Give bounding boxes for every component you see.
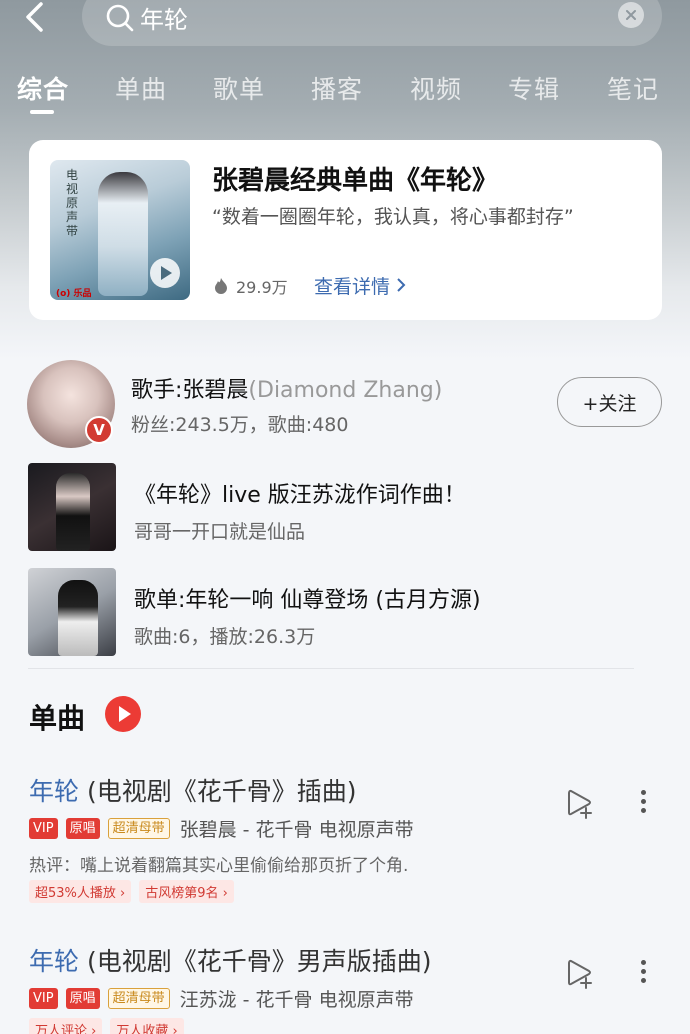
play-share-badge[interactable]: 超53%人播放 ›: [29, 880, 132, 903]
play-all-button[interactable]: [105, 696, 141, 732]
chevron-right-icon: [397, 278, 406, 292]
tab-notes[interactable]: 笔记: [607, 70, 659, 106]
view-details-link[interactable]: 查看详情: [314, 272, 406, 299]
play-icon[interactable]: [150, 258, 180, 288]
list-item-title: 歌单:年轮一响 仙尊登场 (古月方源): [134, 588, 481, 613]
song-artist: 张碧晨 - 花千骨 电视原声带: [179, 818, 414, 841]
play-count: 29.9万: [212, 274, 288, 298]
search-icon: [106, 4, 134, 32]
flame-icon: [215, 278, 227, 294]
vip-tag: VIP: [29, 817, 58, 839]
song-badges: 万人评论 › 万人收藏 ›: [29, 1018, 192, 1034]
cover-figure: [98, 172, 148, 296]
add-to-playlist-icon[interactable]: [562, 786, 598, 822]
list-item-subtitle: 哥哥一开口就是仙品: [134, 521, 306, 543]
song-row[interactable]: 年轮 (电视剧《花千骨》男声版插曲) VIP 原唱 超清母带 汪苏泷 - 花千骨…: [29, 942, 669, 1034]
cover-logo: (o) 乐品: [56, 289, 92, 299]
tab-all[interactable]: 综合: [17, 70, 69, 106]
close-icon: [626, 10, 636, 20]
header: 年轮: [0, 0, 690, 52]
original-tag: 原唱: [65, 987, 100, 1009]
play-count-value: 29.9万: [236, 278, 288, 297]
artist-name-en: (Diamond Zhang): [248, 378, 443, 403]
clear-icon[interactable]: [618, 2, 644, 28]
artist-meta: 粉丝:243.5万，歌曲:480: [131, 414, 349, 436]
tab-songs[interactable]: 单曲: [115, 70, 167, 106]
tab-podcasts[interactable]: 播客: [311, 70, 363, 106]
list-item-playlist[interactable]: 歌单:年轮一响 仙尊登场 (古月方源) 歌曲:6，播放:26.3万: [28, 568, 648, 658]
chart-rank-badge[interactable]: 古风榜第9名 ›: [139, 880, 234, 903]
song-tags: VIP 原唱 超清母带 汪苏泷 - 花千骨 电视原声带: [29, 986, 414, 1011]
album-cover[interactable]: 电视原声带 (o) 乐品: [50, 160, 190, 300]
original-tag: 原唱: [65, 817, 100, 839]
master-quality-tag: 超清母带: [107, 817, 170, 839]
song-badges: 超53%人播放 › 古风榜第9名 ›: [29, 880, 242, 903]
more-icon[interactable]: [637, 956, 649, 992]
hot-comment: 热评：嘴上说着翻篇其实心里偷偷给那页折了个角.: [29, 856, 409, 876]
artist-name: 歌手:张碧晨(Diamond Zhang): [131, 372, 442, 404]
list-item-video[interactable]: 《年轮》live 版汪苏泷作词作曲！ 哥哥一开口就是仙品: [28, 463, 648, 553]
song-title: 年轮 (电视剧《花千骨》男声版插曲): [29, 947, 432, 976]
comments-badge[interactable]: 万人评论 ›: [29, 1018, 103, 1034]
more-icon[interactable]: [637, 786, 649, 822]
chevron-left-icon: [26, 2, 43, 32]
favorites-badge[interactable]: 万人收藏 ›: [110, 1018, 184, 1034]
divider: [28, 668, 634, 669]
search-input[interactable]: 年轮: [82, 0, 662, 46]
song-artist: 汪苏泷 - 花千骨 电视原声带: [179, 988, 414, 1011]
playlist-thumbnail: [28, 568, 116, 656]
verified-badge: V: [85, 416, 113, 444]
tab-videos[interactable]: 视频: [410, 70, 462, 106]
tab-indicator: [30, 110, 54, 114]
artist-row[interactable]: V 歌手:张碧晨(Diamond Zhang) 粉丝:243.5万，歌曲:480…: [27, 360, 667, 450]
master-quality-tag: 超清母带: [107, 987, 170, 1009]
list-item-title: 《年轮》live 版汪苏泷作词作曲！: [134, 483, 466, 508]
song-title: 年轮 (电视剧《花千骨》插曲): [29, 777, 357, 806]
featured-quote: “数着一圈圈年轮，我认真，将心事都封存”: [212, 206, 574, 228]
song-tags: VIP 原唱 超清母带 张碧晨 - 花千骨 电视原声带: [29, 816, 414, 841]
cover-text: 电视原声带: [66, 168, 79, 238]
song-row[interactable]: 年轮 (电视剧《花千骨》插曲) VIP 原唱 超清母带 张碧晨 - 花千骨 电视…: [29, 772, 669, 912]
tab-albums[interactable]: 专辑: [508, 70, 560, 106]
tab-playlists[interactable]: 歌单: [213, 70, 265, 106]
video-thumbnail: [28, 463, 116, 551]
featured-title: 张碧晨经典单曲《年轮》: [212, 166, 499, 196]
search-query: 年轮: [140, 6, 188, 34]
view-details-label: 查看详情: [314, 276, 391, 298]
tab-bar: 综合 单曲 歌单 播客 视频 专辑 笔记: [0, 70, 690, 120]
vip-tag: VIP: [29, 987, 58, 1009]
back-button[interactable]: [22, 0, 66, 36]
featured-song-card[interactable]: 电视原声带 (o) 乐品 张碧晨经典单曲《年轮》 “数着一圈圈年轮，我认真，将心…: [29, 140, 662, 320]
add-to-playlist-icon[interactable]: [562, 956, 598, 992]
artist-name-cn: 歌手:张碧晨: [131, 378, 249, 403]
section-title: 单曲: [29, 702, 86, 735]
follow-button[interactable]: +关注: [557, 377, 662, 427]
list-item-subtitle: 歌曲:6，播放:26.3万: [134, 626, 316, 648]
